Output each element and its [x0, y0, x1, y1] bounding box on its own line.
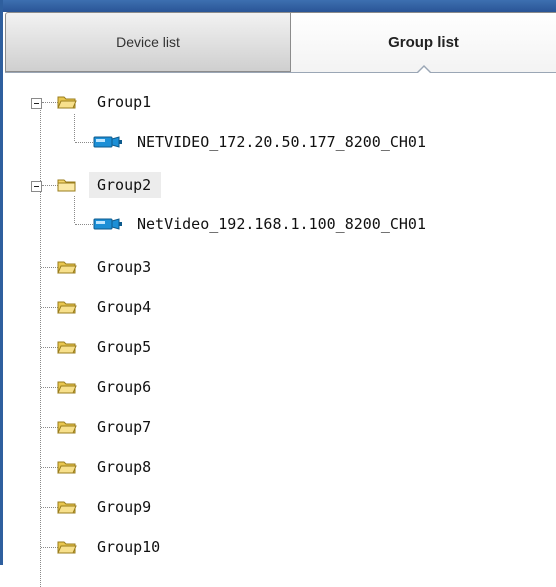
group-label: Group9	[97, 498, 152, 516]
camera-label: NETVIDEO_172.20.50.177_8200_CH01	[137, 133, 426, 151]
group-label: Group1	[97, 93, 152, 111]
collapse-toggle-icon[interactable]	[31, 98, 42, 109]
tree-item-group5[interactable]: Group5	[3, 337, 303, 357]
tab-group-list[interactable]: Group list	[291, 12, 556, 74]
group-label: Group10	[97, 538, 161, 556]
camera-label: NetVideo_192.168.1.100_8200_CH01	[137, 215, 426, 233]
group-label: Group3	[97, 258, 152, 276]
tree-item-group3[interactable]: Group3	[3, 257, 303, 277]
tab-group-list-label: Group list	[388, 34, 459, 51]
open-folder-icon	[57, 381, 77, 394]
group-label: Group2	[97, 176, 152, 194]
camera-icon	[93, 136, 122, 148]
group-list-panel: Device list Group list Group1 NETVIDEO_1…	[0, 0, 556, 587]
tab-device-list[interactable]: Device list	[5, 12, 291, 72]
group-label: Group7	[97, 418, 152, 436]
open-folder-icon	[57, 261, 77, 274]
group-label: Group4	[97, 298, 152, 316]
open-folder-icon	[57, 541, 77, 554]
tab-bar: Device list Group list	[5, 12, 556, 74]
group-label: Group5	[97, 338, 152, 356]
open-folder-icon	[57, 341, 77, 354]
open-folder-icon	[57, 501, 77, 514]
closed-folder-icon	[57, 179, 76, 192]
tree-item-group8[interactable]: Group8	[3, 457, 303, 477]
tree-item-group7[interactable]: Group7	[3, 417, 303, 437]
window-title-bar	[3, 0, 556, 12]
group-label: Group6	[97, 378, 152, 396]
open-folder-icon	[57, 96, 77, 109]
open-folder-icon	[57, 461, 77, 474]
tree-item-group10[interactable]: Group10	[3, 537, 303, 557]
tree-item-group6[interactable]: Group6	[3, 377, 303, 397]
collapse-toggle-icon[interactable]	[31, 181, 42, 192]
tree-item-group1[interactable]: Group1	[3, 92, 303, 112]
tree-item-group2[interactable]: Group2	[3, 175, 303, 195]
tree-item-group4[interactable]: Group4	[3, 297, 303, 317]
tree-item-camera[interactable]: NETVIDEO_172.20.50.177_8200_CH01	[3, 132, 556, 152]
group-tree: Group1 NETVIDEO_172.20.50.177_8200_CH01 …	[3, 72, 556, 587]
tree-item-camera[interactable]: NetVideo_192.168.1.100_8200_CH01	[3, 214, 556, 234]
camera-icon	[93, 218, 122, 230]
group-label: Group8	[97, 458, 152, 476]
tree-item-group9[interactable]: Group9	[3, 497, 303, 517]
open-folder-icon	[57, 421, 77, 434]
open-folder-icon	[57, 301, 77, 314]
